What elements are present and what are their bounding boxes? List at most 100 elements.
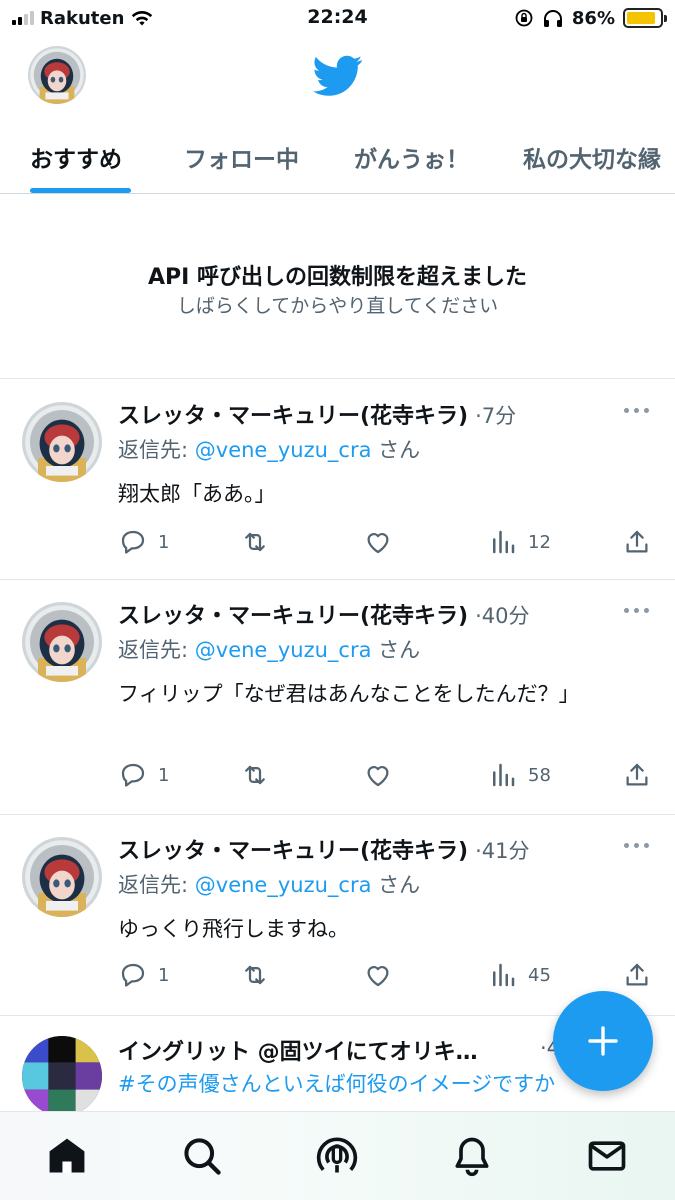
tab-list-ganwo[interactable]: がんうぉ！ [354,140,469,174]
share-icon [622,527,652,557]
nav-search[interactable] [180,1134,224,1178]
tweet-timestamp[interactable]: ·40分 [475,604,529,628]
twitter-bird-icon[interactable] [313,55,363,97]
reply-button[interactable]: 1 [118,955,169,995]
reply-to-line: 返信先: @vene_yuzu_cra さん [118,873,421,897]
bottom-navigation [0,1111,675,1200]
reply-count: 1 [158,531,170,553]
reply-to-line: 返信先: @vene_yuzu_cra さん [118,638,421,662]
compose-plus-icon [588,1026,618,1056]
like-button[interactable] [363,522,393,562]
reply-button[interactable]: 1 [118,522,169,562]
share-icon [622,960,652,990]
tweet-actions: 1 58 [0,755,675,795]
reply-icon [118,760,148,790]
status-right: 86% [514,6,667,30]
search-icon [184,1138,221,1175]
timeline-tabs: おすすめ フォロー中 がんうぉ！ 私の大切な縁 [0,122,675,194]
views-chart-icon [488,960,518,990]
tweet-text: 翔太郎「ああ。」 [118,482,276,506]
tweet-actions: 1 12 [0,522,675,562]
tweet-hashtag[interactable]: #その声優さんといえば何役のイメージですか [118,1068,638,1098]
tweet-author-name[interactable]: スレッタ・マーキュリー(花寺キラ) [118,404,468,429]
reply-count: 1 [158,764,170,786]
reply-button[interactable]: 1 [118,755,169,795]
tab-following[interactable]: フォロー中 [184,140,299,174]
like-button[interactable] [363,755,393,795]
reply-to-handle[interactable]: @vene_yuzu_cra [195,638,372,662]
tweet-timestamp[interactable]: ·7分 [475,404,516,428]
tweet-author-avatar[interactable] [22,837,102,917]
tweet-text: フィリップ「なぜ君はあんなことをしたんだ？」 [118,682,580,706]
tweet[interactable]: スレッタ・マーキュリー(花寺キラ) ·7分 返信先: @vene_yuzu_cr… [0,380,675,580]
tweet-timestamp[interactable]: ·41分 [475,839,529,863]
status-bar: Rakuten 22:24 86% [0,0,675,38]
reply-icon [118,527,148,557]
tweet-author-name[interactable]: スレッタ・マーキュリー(花寺キラ) [118,839,468,864]
views-chart-icon [488,527,518,557]
reply-count: 1 [158,964,170,986]
share-button[interactable] [622,755,652,795]
battery-icon [623,8,667,28]
tweet-header: イングリット @固ツイにてオリキ… [118,1034,585,1066]
reply-to-handle[interactable]: @vene_yuzu_cra [195,873,372,897]
compose-tweet-button[interactable] [553,991,653,1091]
views-button[interactable]: 45 [488,955,551,995]
tweet-header: スレッタ・マーキュリー(花寺キラ) ·7分 [118,398,605,430]
more-options-icon[interactable] [624,843,649,848]
view-count: 45 [528,964,551,986]
tweet-author-name[interactable]: イングリット @固ツイにてオリキ… [118,1040,478,1065]
tweet-author-avatar[interactable] [22,1036,102,1111]
nav-spaces[interactable] [315,1134,359,1178]
views-button[interactable]: 12 [488,522,551,562]
nav-messages[interactable] [585,1134,629,1178]
tab-recommended[interactable]: おすすめ [30,140,122,174]
tweet-author-avatar[interactable] [22,602,102,682]
orientation-lock-icon [515,9,533,27]
tweet-author-name[interactable]: スレッタ・マーキュリー(花寺キラ) [118,604,468,629]
rate-limit-message: API 呼び出しの回数制限を超えました しばらくしてからやり直してください [0,195,675,379]
tweet[interactable]: スレッタ・マーキュリー(花寺キラ) ·40分 返信先: @vene_yuzu_c… [0,580,675,815]
heart-icon [363,760,393,790]
share-button[interactable] [622,522,652,562]
like-button[interactable] [363,955,393,995]
heart-icon [363,527,393,557]
more-options-icon[interactable] [624,608,649,613]
share-button[interactable] [622,955,652,995]
tweet-text: ゆっくり飛行しますね。 [118,917,349,941]
messages-icon [588,1141,626,1171]
views-chart-icon [488,760,518,790]
retweet-icon [240,527,270,557]
heart-icon [363,960,393,990]
profile-avatar[interactable] [28,46,86,104]
more-options-icon[interactable] [624,408,649,413]
top-header [0,38,675,116]
views-button[interactable]: 58 [488,755,551,795]
error-title: API 呼び出しの回数制限を超えました [148,265,527,290]
reply-to-handle[interactable]: @vene_yuzu_cra [195,438,372,462]
tweet[interactable]: スレッタ・マーキュリー(花寺キラ) ·41分 返信先: @vene_yuzu_c… [0,815,675,1016]
retweet-button[interactable] [240,955,270,995]
tweet-actions: 1 45 [0,955,675,995]
active-tab-indicator [30,188,131,193]
nav-home[interactable] [45,1134,89,1178]
view-count: 58 [528,764,551,786]
home-icon [49,1138,85,1173]
share-icon [622,760,652,790]
spaces-icon [316,1137,358,1173]
headphones-icon [543,10,562,27]
reply-to-line: 返信先: @vene_yuzu_cra さん [118,438,421,462]
tweet-header: スレッタ・マーキュリー(花寺キラ) ·41分 [118,833,605,865]
nav-notifications[interactable] [450,1134,494,1178]
view-count: 12 [528,531,551,553]
retweet-button[interactable] [240,755,270,795]
tweet-author-avatar[interactable] [22,402,102,482]
tab-list-taisetsu[interactable]: 私の大切な縁 [523,140,661,174]
reply-icon [118,960,148,990]
tweet-header: スレッタ・マーキュリー(花寺キラ) ·40分 [118,598,605,630]
notifications-icon [455,1137,489,1177]
error-subtitle: しばらくしてからやり直してください [176,295,499,317]
battery-percent: 86% [571,7,615,29]
retweet-icon [240,960,270,990]
retweet-button[interactable] [240,522,270,562]
